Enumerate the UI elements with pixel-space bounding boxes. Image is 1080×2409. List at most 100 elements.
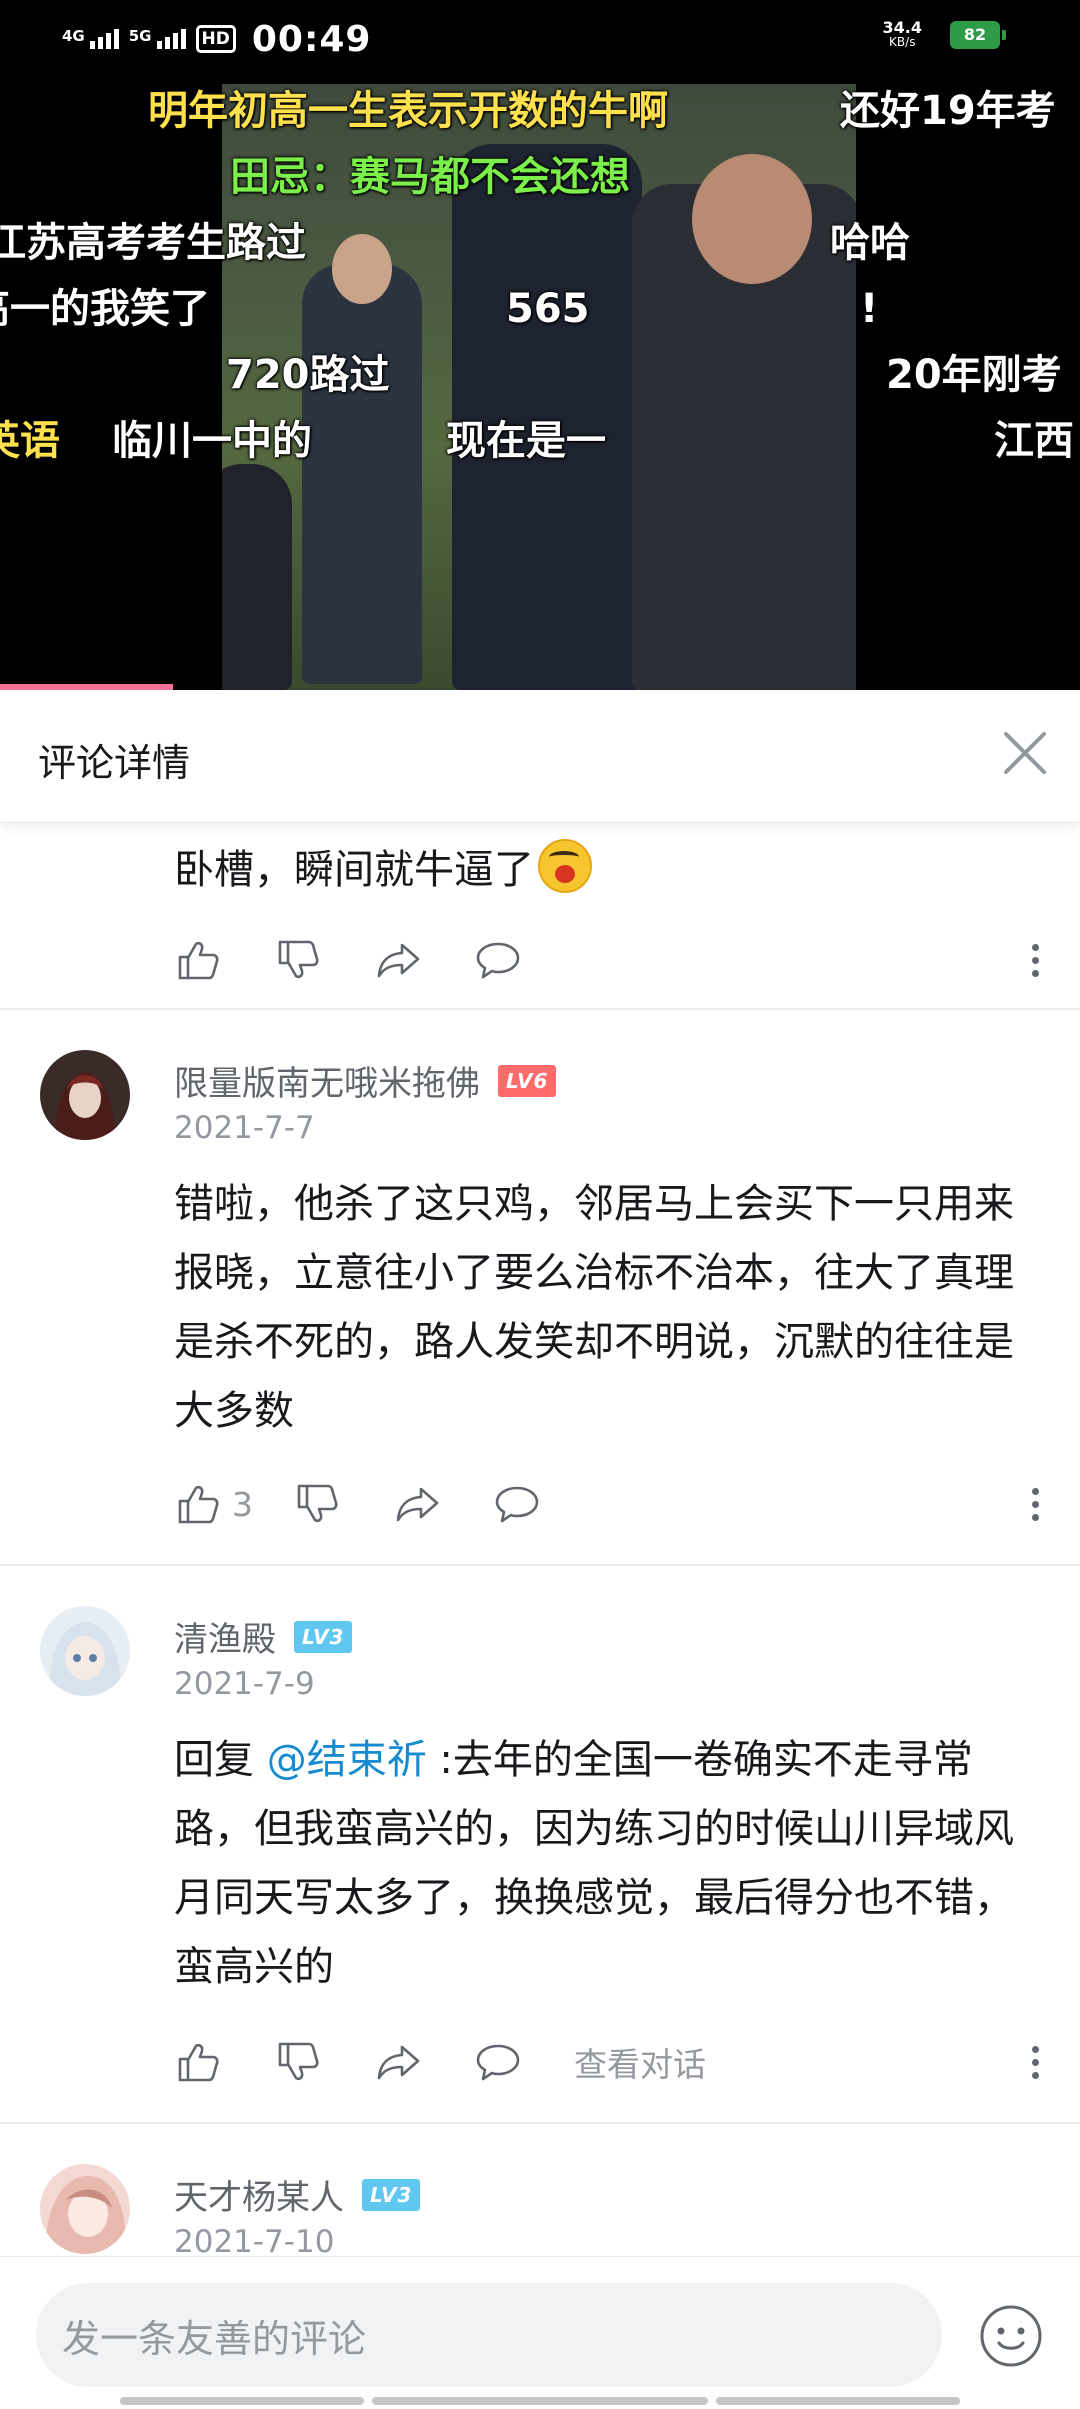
comment-username-row: 限量版南无哦米拖佛 LV6 (174, 1056, 557, 1105)
danmaku-comment: 江西 (994, 418, 1074, 464)
thumbs-up-icon (174, 1480, 222, 1528)
thumbs-down-icon (274, 936, 322, 984)
comment-item: 限量版南无哦米拖佛 LV6 2021-7-7 错啦，他杀了这只鸡，邻居马上会买下… (0, 1010, 1080, 1566)
smiley-face-icon (980, 2305, 1042, 2367)
comment-item: 卧槽，瞬间就牛逼了 (0, 822, 1080, 1010)
mention-link[interactable]: @结束祈 (267, 1737, 427, 1783)
danmaku-comment: 720路过 (226, 352, 390, 398)
avatar[interactable] (40, 1050, 130, 1140)
status-bar: 4G 5G HD 00:49 34.4 KB/s 82 (0, 0, 1080, 80)
danmaku-comment: 现在是一 (446, 418, 606, 464)
network-4g-label: 4G (62, 27, 85, 45)
network-5g-label: 5G (128, 27, 152, 45)
comment-bubble-icon (474, 2038, 522, 2086)
comment-item: 清渔殿 LV3 2021-7-9 回复 @结束祈 :去年的全国一卷确实不走寻常路… (0, 1566, 1080, 2124)
shocked-face-emoji-icon (538, 839, 592, 893)
comment-input-bar: 发一条友善的评论 (0, 2256, 1080, 2409)
video-figure (302, 264, 422, 684)
video-figure (452, 144, 642, 690)
like-button[interactable] (174, 2038, 222, 2086)
comment-bubble-icon (474, 936, 522, 984)
comment-username-row: 清渔殿 LV3 (174, 1612, 353, 1661)
dislike-button[interactable] (274, 936, 322, 984)
comment-item: 天才杨某人 LV3 2021-7-10 (0, 2124, 1080, 2256)
video-player[interactable]: 明年初高一生表示开数的牛啊 还好19年考 田忌：赛马都不会还想 江苏高考考生路过… (0, 80, 1080, 690)
close-icon (1004, 732, 1046, 774)
danmaku-comment: 田忌：赛马都不会还想 (230, 154, 630, 200)
comment-date: 2021-7-9 (174, 1666, 315, 1702)
like-button[interactable] (174, 936, 222, 984)
danmaku-comment: 英语 (0, 418, 60, 464)
more-options-button[interactable] (1020, 1479, 1050, 1529)
reply-button[interactable] (474, 2038, 522, 2086)
comment-text: 卧槽，瞬间就牛逼了 (174, 836, 1044, 905)
video-figure (222, 464, 292, 690)
video-figure-head (332, 234, 392, 304)
comment-username[interactable]: 清渔殿 (174, 1612, 276, 1661)
more-options-button[interactable] (1020, 935, 1050, 985)
reply-button[interactable] (493, 1480, 541, 1528)
comment-list[interactable]: 卧槽，瞬间就牛逼了 限量版南无哦米拖佛 LV6 2021-7-7 错啦，他杀了这… (0, 822, 1080, 2256)
avatar-image (40, 1606, 130, 1696)
signal-bars-icon (89, 29, 119, 49)
comment-actions (174, 932, 522, 988)
reply-prefix: 回复 (174, 1737, 267, 1783)
battery-level: 82 (963, 25, 987, 44)
comment-date: 2021-7-10 (174, 2224, 335, 2256)
danmaku-comment: 江苏高考考生路过 (0, 220, 306, 266)
comment-bubble-icon (493, 1480, 541, 1528)
danmaku-comment: ! (860, 286, 879, 332)
like-count: 3 (232, 1484, 253, 1524)
like-button[interactable]: 3 (174, 1480, 253, 1528)
comment-username[interactable]: 限量版南无哦米拖佛 (174, 1056, 480, 1105)
view-conversation-link[interactable]: 查看对话 (574, 2038, 706, 2086)
hd-voice-badge: HD (195, 25, 236, 53)
battery-icon: 82 (950, 21, 1006, 49)
user-level-badge: LV3 (362, 2178, 421, 2211)
emoji-button[interactable] (978, 2303, 1044, 2369)
thumbs-up-icon (174, 2038, 222, 2086)
dislike-button[interactable] (293, 1480, 341, 1528)
comment-username-row: 天才杨某人 LV3 (174, 2170, 421, 2219)
share-icon (374, 936, 422, 984)
video-figure-head (692, 154, 812, 284)
comment-panel-header: 评论详情 (0, 690, 1080, 823)
share-button[interactable] (393, 1480, 441, 1528)
gesture-bar (120, 2397, 364, 2405)
thumbs-down-icon (274, 2038, 322, 2086)
signal-bars-icon (156, 29, 186, 49)
avatar-image (40, 1050, 130, 1140)
comment-actions: 查看对话 (174, 2034, 706, 2090)
reply-button[interactable] (474, 936, 522, 984)
panel-title: 评论详情 (38, 741, 191, 785)
avatar[interactable] (40, 2164, 130, 2254)
danmaku-comment: 20年刚考 (886, 352, 1062, 398)
comment-date: 2021-7-7 (174, 1110, 315, 1146)
network-4g-signal: 4G (62, 29, 119, 49)
share-button[interactable] (374, 2038, 422, 2086)
comment-text: 错啦，他杀了这只鸡，邻居马上会买下一只用来报晓，立意往小了要么治标不治本，往大了… (174, 1181, 1014, 1434)
share-icon (374, 2038, 422, 2086)
danmaku-comment: 哈哈 (830, 220, 910, 266)
thumbs-up-icon (174, 936, 222, 984)
comment-username[interactable]: 天才杨某人 (174, 2170, 344, 2219)
status-bar-right: 34.4 KB/s 82 (883, 20, 1006, 50)
danmaku-comment: 565 (506, 286, 590, 332)
more-options-button[interactable] (1020, 2037, 1050, 2087)
comment-text: 回复 @结束祈 :去年的全国一卷确实不走寻常路，但我蛮高兴的，因为练习的时候山川… (174, 1726, 1044, 2002)
network-speed-unit: KB/s (889, 35, 916, 49)
thumbs-down-icon (293, 1480, 341, 1528)
status-bar-left: 4G 5G HD 00:49 (62, 14, 371, 64)
danmaku-comment: 高一的我笑了 (0, 286, 210, 332)
danmaku-comment: 明年初高一生表示开数的牛啊 (148, 88, 668, 134)
user-level-badge: LV6 (498, 1064, 557, 1097)
comment-actions: 3 (174, 1476, 541, 1532)
comment-input[interactable]: 发一条友善的评论 (36, 2283, 942, 2387)
gesture-bar (716, 2397, 960, 2405)
share-button[interactable] (374, 936, 422, 984)
dislike-button[interactable] (274, 2038, 322, 2086)
network-5g-signal: 5G (129, 29, 186, 49)
gesture-bar (372, 2397, 708, 2405)
close-button[interactable] (992, 720, 1058, 786)
avatar[interactable] (40, 1606, 130, 1696)
